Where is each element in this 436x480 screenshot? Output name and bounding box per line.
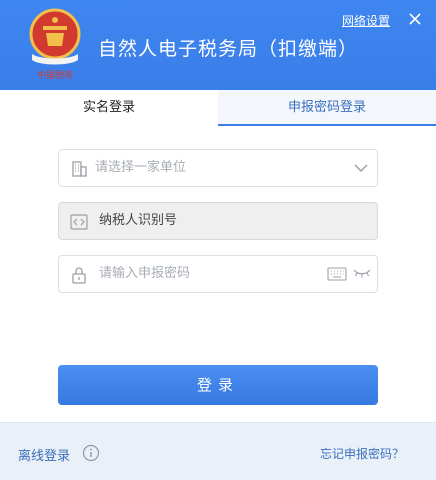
code-icon	[70, 214, 88, 230]
login-form: 请选择一家单位 纳税人识别号 请输入申报密码 登录	[0, 126, 436, 422]
footer-bar: 离线登录 忘记申报密码？	[0, 422, 436, 480]
title-bar: 中国税务 自然人电子税务局（扣缴端） 网络设置	[0, 0, 436, 90]
taxpayer-id-value: 纳税人识别号	[99, 213, 178, 228]
tab-realname-login[interactable]: 实名登录	[0, 90, 218, 126]
eye-closed-icon[interactable]	[353, 268, 371, 278]
tax-emblem-icon: 中国税务	[29, 8, 81, 81]
password-placeholder: 请输入申报密码	[99, 266, 191, 281]
keyboard-icon[interactable]	[327, 266, 347, 282]
building-icon	[72, 161, 87, 177]
network-settings-link[interactable]: 网络设置	[342, 12, 390, 29]
svg-text:中国税务: 中国税务	[37, 69, 73, 81]
tab-password-login[interactable]: 申报密码登录	[218, 90, 436, 126]
taxpayer-id-field: 纳税人识别号	[58, 202, 378, 240]
close-icon[interactable]	[404, 8, 426, 30]
password-field[interactable]: 请输入申报密码	[58, 255, 378, 293]
app-title: 自然人电子税务局（扣缴端）	[98, 38, 359, 60]
info-icon[interactable]	[82, 444, 100, 462]
login-tabs: 实名登录 申报密码登录	[0, 90, 436, 126]
offline-login-link[interactable]: 离线登录	[18, 445, 70, 464]
company-select[interactable]: 请选择一家单位	[58, 149, 378, 187]
lock-icon	[72, 267, 86, 284]
company-placeholder: 请选择一家单位	[95, 160, 187, 175]
chevron-down-icon[interactable]	[353, 161, 369, 175]
login-button[interactable]: 登录	[58, 365, 378, 405]
forgot-password-link[interactable]: 忘记申报密码？	[320, 445, 404, 462]
